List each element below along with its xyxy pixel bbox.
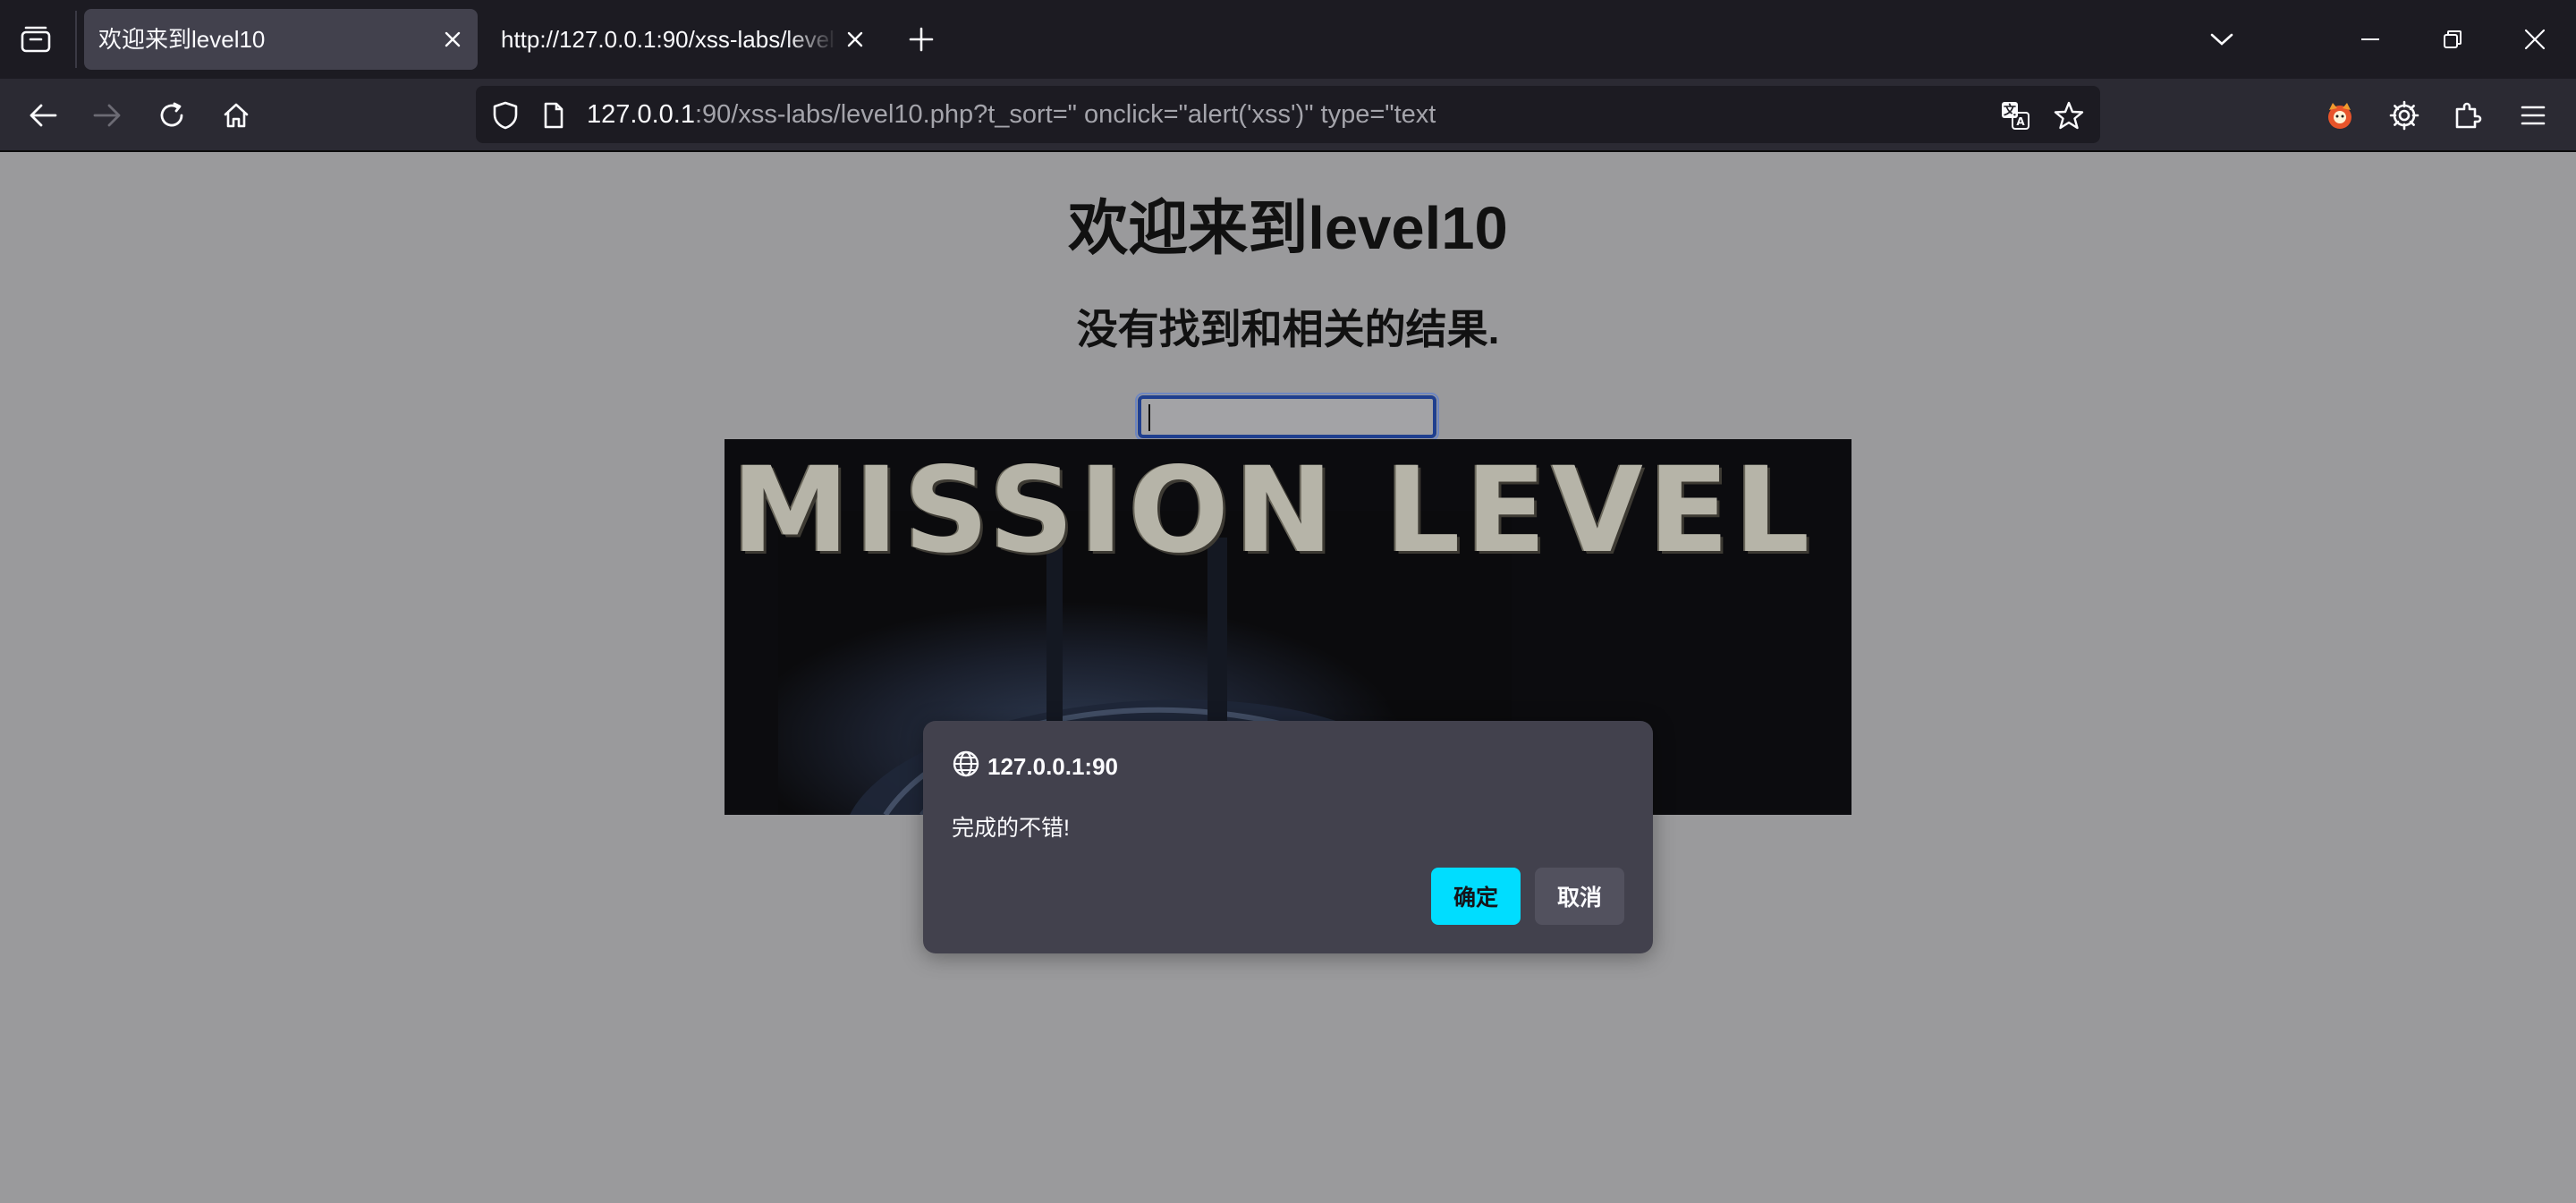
hamburger-menu-icon[interactable] [2512, 94, 2555, 137]
home-icon[interactable] [215, 94, 258, 137]
url-host: 127.0.0.1 [587, 100, 695, 129]
page-icon[interactable] [538, 100, 569, 131]
search-input[interactable] [1135, 393, 1439, 441]
reload-icon[interactable] [150, 94, 193, 137]
dialog-origin: 127.0.0.1:90 [952, 750, 1118, 784]
dialog-origin-text: 127.0.0.1:90 [987, 753, 1119, 780]
puzzle-icon[interactable] [2447, 94, 2490, 137]
tab-separator [75, 11, 77, 68]
window-close-icon[interactable] [2513, 18, 2556, 61]
svg-text:文: 文 [2004, 103, 2017, 118]
close-icon[interactable] [843, 27, 868, 52]
extension-fox-icon[interactable] [2318, 94, 2361, 137]
tab-bar: 欢迎来到level10 http://127.0.0.1:90/xss-labs… [0, 0, 2576, 79]
gear-icon[interactable] [2383, 94, 2426, 137]
url-path: :90/xss-labs/level10.php?t_sort=" onclic… [694, 100, 1436, 129]
shield-icon[interactable] [490, 100, 521, 131]
svg-text:A: A [2016, 115, 2025, 128]
cancel-button[interactable]: 取消 [1535, 868, 1624, 925]
forward-arrow-icon[interactable] [86, 94, 129, 137]
chevron-down-icon[interactable] [2200, 18, 2243, 61]
tab-title: http://127.0.0.1:90/xss-labs/level [501, 26, 835, 53]
navigation-toolbar: 127.0.0.1:90/xss-labs/level10.php?t_sort… [0, 79, 2576, 152]
page-content: 欢迎来到level10 没有找到和相关的结果. MISSION LEVEL 10 [0, 152, 2576, 1203]
ok-button[interactable]: 确定 [1431, 868, 1521, 925]
banner-title: MISSION LEVEL 10 [732, 442, 1852, 580]
url-text[interactable]: 127.0.0.1:90/xss-labs/level10.php?t_sort… [587, 99, 1436, 130]
translate-icon[interactable]: 文A [2000, 100, 2030, 131]
dialog-message: 完成的不错! [952, 816, 1070, 841]
tab-xss-labs[interactable]: http://127.0.0.1:90/xss-labs/level [487, 9, 880, 70]
plus-icon[interactable] [903, 21, 939, 57]
tab-list-icon[interactable] [16, 20, 55, 59]
back-arrow-icon[interactable] [21, 94, 64, 137]
restore-icon[interactable] [2431, 18, 2474, 61]
tab-title: 欢迎来到level10 [98, 26, 266, 53]
text-caret [1148, 404, 1150, 431]
star-icon[interactable] [2054, 100, 2084, 131]
address-bar[interactable]: 127.0.0.1:90/xss-labs/level10.php?t_sort… [476, 86, 2100, 143]
search-result-message: 没有找到和相关的结果. [1076, 306, 1500, 352]
tab-level10[interactable]: 欢迎来到level10 [84, 9, 478, 70]
alert-dialog: 127.0.0.1:90 完成的不错! 确定 取消 [923, 721, 1653, 953]
close-icon[interactable] [440, 27, 465, 52]
globe-icon [952, 750, 980, 784]
minimize-icon[interactable] [2349, 18, 2392, 61]
page-title: 欢迎来到level10 [1068, 195, 1508, 262]
